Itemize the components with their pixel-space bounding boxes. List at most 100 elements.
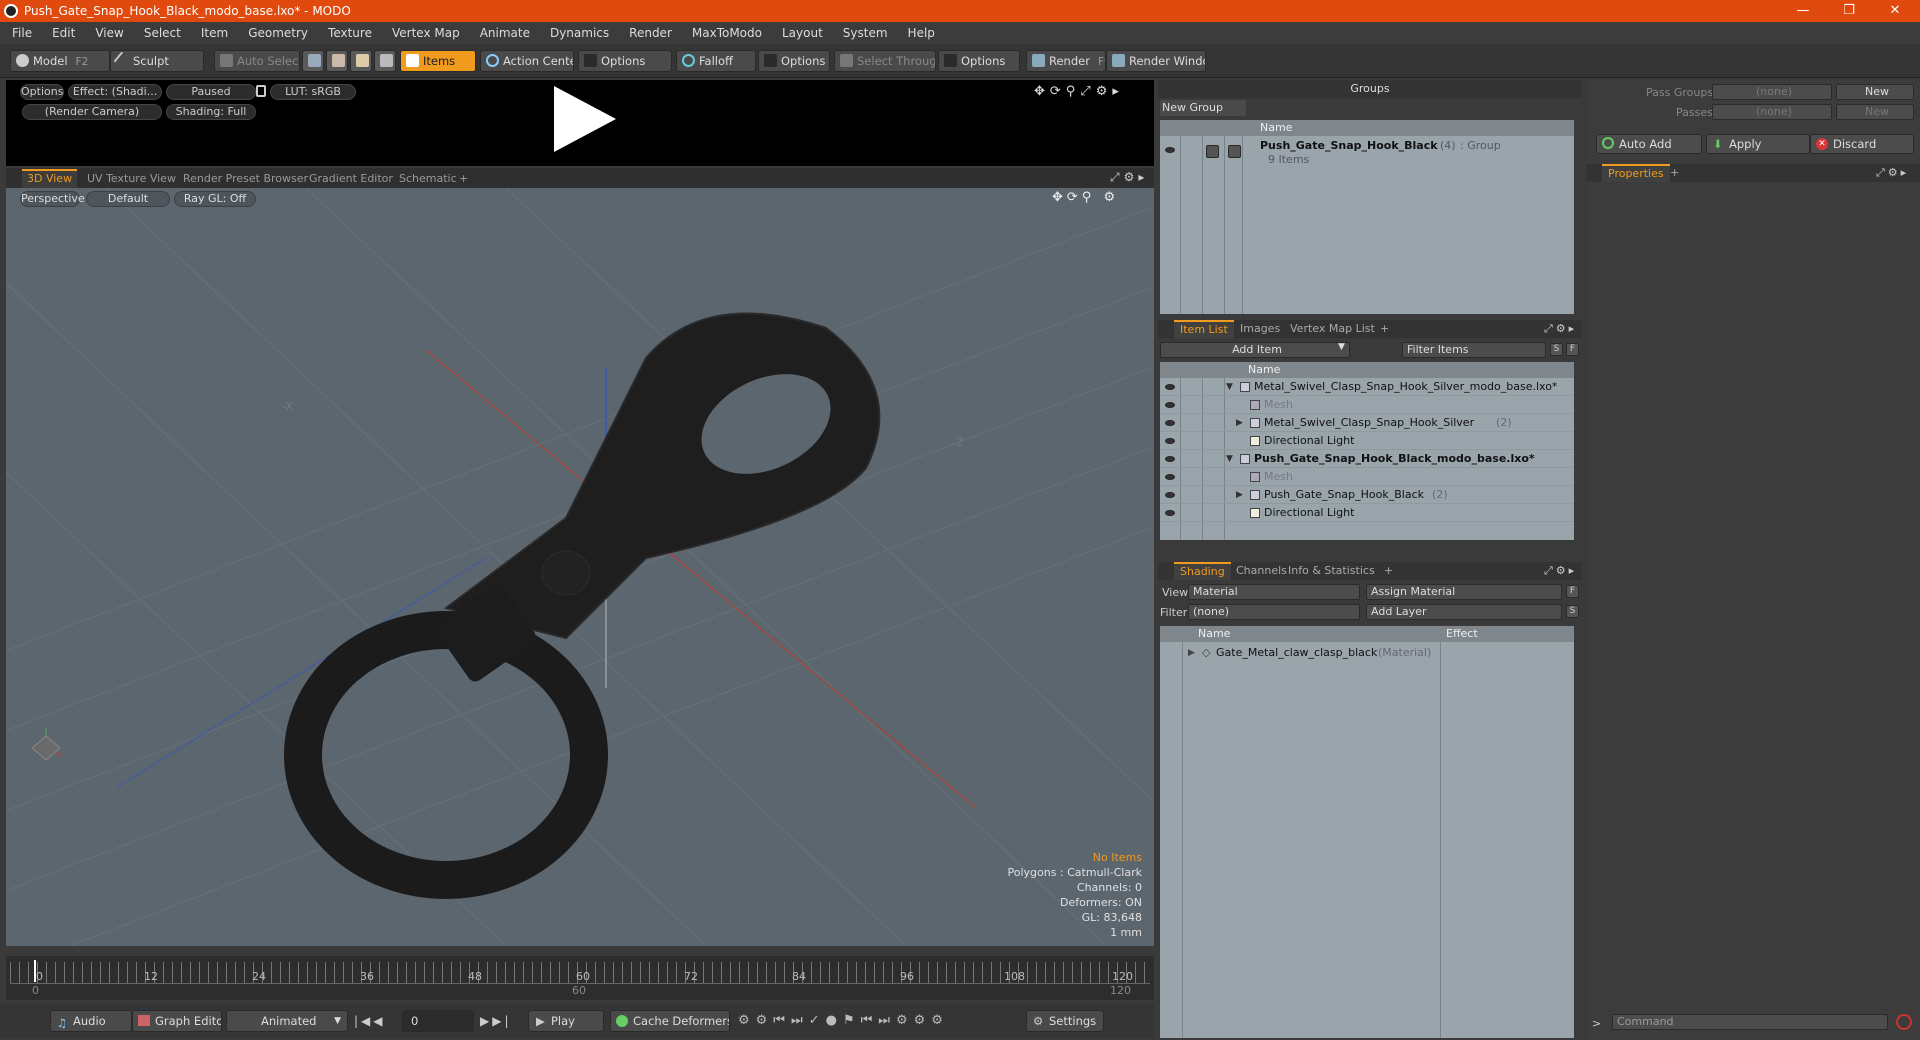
vertices-mode-button[interactable] — [302, 50, 324, 72]
menu-layout[interactable]: Layout — [772, 22, 833, 44]
effect-dropdown[interactable]: Effect: (Shadi... — [68, 84, 162, 100]
discard-button[interactable]: ✕ Discard — [1810, 134, 1914, 154]
filter-s-button[interactable]: S — [1550, 343, 1563, 356]
expand-arrow-icon[interactable]: ▶ — [1236, 486, 1243, 504]
paused-toggle[interactable]: Paused — [166, 84, 256, 100]
item-row[interactable]: ▶ Push_Gate_Snap_Hook_Black (2) — [1160, 486, 1574, 504]
raygl-toggle[interactable]: Ray GL: Off — [174, 191, 256, 207]
falloff-button[interactable]: Falloff — [676, 50, 756, 72]
filter-items-input[interactable]: Filter Items — [1402, 342, 1546, 358]
tab-item-list[interactable]: Item List — [1174, 320, 1234, 338]
item-row[interactable]: ▼ Push_Gate_Snap_Hook_Black_modo_base.lxo… — [1160, 450, 1574, 468]
play-button[interactable]: ▶ Play — [528, 1010, 604, 1032]
eye-icon[interactable] — [1165, 384, 1175, 390]
default-style-dropdown[interactable]: Default — [86, 191, 170, 207]
auto-add-button[interactable]: Auto Add — [1596, 134, 1702, 154]
group-row[interactable]: Push_Gate_Snap_Hook_Black (4) : Group 9 … — [1160, 137, 1574, 167]
filter-dropdown[interactable]: (none) — [1188, 604, 1360, 620]
eye-icon[interactable] — [1165, 438, 1175, 444]
preview-options-button[interactable]: Options — [20, 84, 64, 100]
panel-controls-icons[interactable]: ⤢⚙▸ — [1876, 166, 1909, 180]
menu-maxtomodo[interactable]: MaxToModo — [682, 22, 772, 44]
pass-groups-dropdown[interactable]: (none) — [1712, 84, 1832, 100]
eye-icon[interactable] — [1165, 510, 1175, 516]
add-tab-button[interactable]: + — [454, 169, 473, 188]
expand-arrow-icon[interactable]: ▶ — [1188, 644, 1195, 662]
tab-shading[interactable]: Shading — [1174, 562, 1231, 580]
record-macro-icon[interactable] — [1896, 1014, 1912, 1030]
tab-info-statistics[interactable]: Info & Statistics — [1282, 562, 1381, 580]
passes-dropdown[interactable]: (none) — [1712, 104, 1832, 120]
model-button[interactable]: Model F2 — [10, 50, 110, 72]
tab-gradient-editor[interactable]: Gradient Editor — [304, 169, 398, 188]
item-row[interactable]: ▼ Metal_Swivel_Clasp_Snap_Hook_Silver_mod… — [1160, 378, 1574, 396]
add-item-dropdown[interactable]: Add Item — [1160, 342, 1350, 358]
command-input[interactable]: Command — [1612, 1014, 1888, 1030]
panel-controls-icons[interactable]: ⤢⚙▸ — [1110, 170, 1148, 185]
falloff-options-button[interactable]: Options — [758, 50, 830, 72]
tab-uv-texture-view[interactable]: UV Texture View — [82, 169, 181, 188]
tab-render-preset-browser[interactable]: Render Preset Browser — [178, 169, 313, 188]
item-row[interactable]: Directional Light — [1160, 504, 1574, 522]
edges-mode-button[interactable] — [326, 50, 348, 72]
menu-select[interactable]: Select — [134, 22, 191, 44]
polygons-mode-button[interactable] — [350, 50, 372, 72]
item-row[interactable]: Mesh — [1160, 468, 1574, 486]
shading-s-button[interactable]: S — [1566, 605, 1579, 618]
menu-animate[interactable]: Animate — [470, 22, 540, 44]
restore-button[interactable]: ❐ — [1826, 0, 1872, 22]
assign-material-button[interactable]: Assign Material — [1366, 584, 1562, 600]
select-toggle-icon[interactable] — [1228, 145, 1241, 158]
items-mode-button[interactable]: Items — [400, 50, 476, 72]
menu-vertex-map[interactable]: Vertex Map — [382, 22, 470, 44]
eye-icon[interactable] — [1165, 420, 1175, 426]
render-window-button[interactable]: Render Window — [1106, 50, 1206, 72]
add-layer-dropdown[interactable]: Add Layer — [1366, 604, 1562, 620]
add-tab-button[interactable]: + — [1378, 562, 1399, 580]
item-row[interactable]: ▶ Metal_Swivel_Clasp_Snap_Hook_Silver (2) — [1160, 414, 1574, 432]
add-tab-button[interactable]: + — [1664, 164, 1685, 182]
add-tab-button[interactable]: + — [1374, 320, 1395, 338]
viewport-nav-icons[interactable]: ✥⟳⚲ ⚙ — [1052, 190, 1119, 205]
frame-input[interactable]: 0 — [402, 1010, 474, 1032]
preview-nav-icons[interactable]: ✥⟳⚲⤢⚙▸ — [1034, 84, 1124, 99]
tab-schematic[interactable]: Schematic — [394, 169, 462, 188]
eye-icon[interactable] — [1165, 147, 1175, 153]
graph-editor-button[interactable]: Graph Editor — [132, 1010, 222, 1032]
close-button[interactable]: ✕ — [1872, 0, 1918, 22]
collapse-arrow-icon[interactable]: ▼ — [1226, 378, 1233, 396]
lock-icon[interactable] — [256, 85, 266, 97]
expand-arrow-icon[interactable]: ▶ — [1236, 414, 1243, 432]
eye-icon[interactable] — [1165, 474, 1175, 480]
transport-tool-icons[interactable]: ⚙⚙⏮⏭✓●⚑⏮⏭⚙⚙⚙ — [738, 1013, 949, 1028]
menu-view[interactable]: View — [85, 22, 133, 44]
panel-controls-icons[interactable]: ⤢⚙▸ — [1544, 564, 1577, 578]
tab-3d-view[interactable]: 3D View — [22, 169, 78, 188]
skip-forward-icons[interactable]: ▶▶| — [480, 1014, 512, 1028]
apply-button[interactable]: ⬇ Apply — [1706, 134, 1810, 154]
shading-dropdown[interactable]: Shading: Full — [166, 104, 256, 120]
item-row[interactable]: Directional Light — [1160, 432, 1574, 450]
collapse-arrow-icon[interactable]: ▼ — [1226, 450, 1233, 468]
menu-item[interactable]: Item — [191, 22, 238, 44]
action-center-button[interactable]: Action Center — [480, 50, 574, 72]
select-through-options-button[interactable]: Options — [938, 50, 1020, 72]
play-preview-icon[interactable] — [554, 86, 616, 152]
eye-icon[interactable] — [1165, 456, 1175, 462]
panel-controls-icons[interactable]: ⤢⚙▸ — [1544, 322, 1577, 336]
3d-viewport[interactable]: Perspective Default Ray GL: Off ✥⟳⚲ ⚙ -X… — [6, 188, 1154, 946]
view-dropdown[interactable]: Material — [1188, 584, 1360, 600]
cache-deformers-button[interactable]: Cache Deformers — [610, 1010, 730, 1032]
menu-file[interactable]: File — [2, 22, 42, 44]
new-pass-button[interactable]: New — [1836, 104, 1914, 120]
menu-render[interactable]: Render — [619, 22, 682, 44]
menu-help[interactable]: Help — [898, 22, 945, 44]
menu-edit[interactable]: Edit — [42, 22, 85, 44]
tab-images[interactable]: Images — [1234, 320, 1286, 338]
lock-toggle-icon[interactable] — [1206, 145, 1219, 158]
menu-texture[interactable]: Texture — [318, 22, 382, 44]
new-pass-group-button[interactable]: New — [1836, 84, 1914, 100]
tab-vertex-map-list[interactable]: Vertex Map List — [1284, 320, 1381, 338]
eye-icon[interactable] — [1165, 492, 1175, 498]
action-center-options-button[interactable]: Options — [578, 50, 672, 72]
